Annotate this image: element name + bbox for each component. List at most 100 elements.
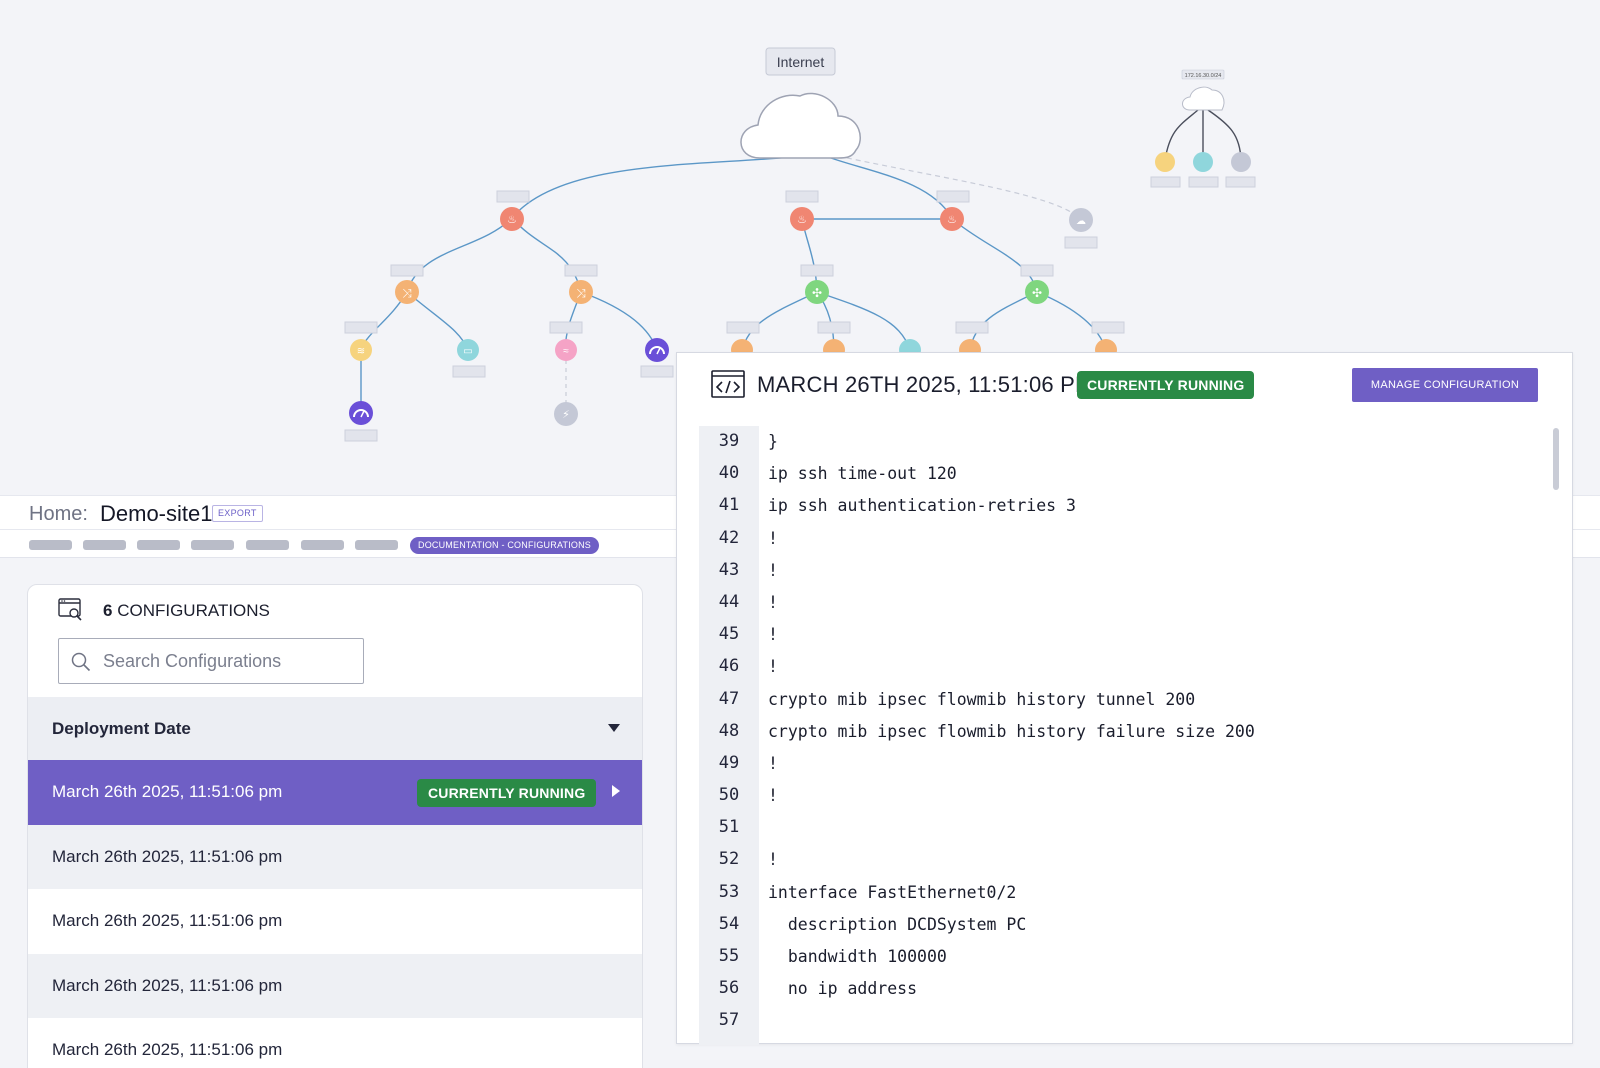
- configuration-row[interactable]: March 26th 2025, 11:51:06 pm: [28, 824, 642, 889]
- tab-placeholder[interactable]: [301, 540, 344, 550]
- workstation-icon[interactable]: [1193, 152, 1213, 172]
- code-line: 52!: [699, 844, 1547, 876]
- tab-placeholder[interactable]: [246, 540, 289, 550]
- svg-text:✣: ✣: [1032, 286, 1042, 300]
- line-number: 54: [718, 913, 740, 934]
- svg-text:▭: ▭: [463, 346, 472, 357]
- line-number: 40: [718, 463, 740, 484]
- line-text: bandwidth 100000: [768, 947, 947, 966]
- line-number: 50: [718, 785, 740, 806]
- configurations-count-label: CONFIGURATIONS: [117, 601, 270, 620]
- line-text: !: [768, 786, 778, 806]
- line-text: crypto mib ipsec flowmib history failure…: [768, 721, 1255, 741]
- internet-label: Internet: [765, 47, 836, 76]
- manage-configuration-button[interactable]: MANAGE CONFIGURATION: [1352, 368, 1538, 402]
- tab-placeholder[interactable]: [83, 540, 126, 550]
- firewall-icon[interactable]: ♨: [500, 207, 524, 231]
- search-field[interactable]: [58, 638, 364, 684]
- code-line: 40 ip ssh time-out 120: [699, 458, 1547, 490]
- caret-right-icon: [612, 785, 620, 797]
- tab-placeholder[interactable]: [29, 540, 72, 550]
- gauge-icon[interactable]: [349, 401, 373, 425]
- configuration-row[interactable]: March 26th 2025, 11:51:06 pm: [28, 889, 642, 954]
- line-number: 49: [718, 752, 740, 773]
- svg-text:≋: ≋: [357, 346, 365, 357]
- code-line: 47 crypto mib ipsec flowmib history tunne…: [699, 684, 1547, 716]
- code-line: 54 description DCDSystem PC: [699, 909, 1547, 941]
- svg-text:✣: ✣: [812, 286, 822, 300]
- browser-search-icon: [58, 598, 82, 621]
- line-text: no ip address: [768, 979, 918, 999]
- configuration-row[interactable]: March 26th 2025, 11:51:06 pm: [28, 1018, 642, 1068]
- firewall-icon[interactable]: ♨: [790, 207, 814, 231]
- code-line: 49!: [699, 748, 1547, 780]
- code-window-icon: [711, 370, 745, 398]
- tab-placeholder[interactable]: [191, 540, 234, 550]
- inactive-cloud-device-icon[interactable]: ☁: [1069, 208, 1093, 232]
- tab-placeholder[interactable]: [137, 540, 180, 550]
- line-number: 57: [718, 1010, 740, 1031]
- configuration-date: March 26th 2025, 11:51:06 pm: [52, 975, 283, 995]
- configuration-date: March 26th 2025, 11:51:06 pm: [52, 1040, 283, 1059]
- line-text: !: [768, 850, 778, 870]
- line-number: 56: [718, 978, 740, 999]
- line-text: !: [768, 625, 778, 645]
- code-line: 50!: [699, 780, 1547, 812]
- line-number: 47: [718, 688, 740, 709]
- viewer-title: MARCH 26TH 2025, 11:51:06 PM: [757, 372, 1094, 397]
- gauge-icon[interactable]: [645, 338, 669, 362]
- server-icon[interactable]: [1155, 152, 1175, 172]
- line-number: 42: [718, 527, 740, 548]
- tab-documentation-configurations[interactable]: DOCUMENTATION - CONFIGURATIONS: [410, 537, 599, 554]
- configurations-count-number: 6: [103, 601, 113, 620]
- line-text: crypto mib ipsec flowmib history tunnel …: [768, 689, 1196, 709]
- code-line: 46!: [699, 651, 1547, 683]
- svg-text:♨: ♨: [507, 214, 517, 226]
- svg-text:172.16.30.0/24: 172.16.30.0/24: [1185, 73, 1222, 79]
- line-number: 46: [718, 656, 740, 677]
- server-icon[interactable]: ≋: [350, 339, 372, 361]
- currently-running-badge: CURRENTLY RUNNING: [417, 779, 597, 807]
- line-text: }: [768, 432, 778, 451]
- firewall-icon[interactable]: ♨: [940, 207, 964, 231]
- router-icon[interactable]: ✣: [1025, 280, 1049, 304]
- line-number: 53: [718, 881, 740, 902]
- configurations-list: March 26th 2025, 11:51:06 pm CURRENTLY R…: [28, 760, 642, 1068]
- line-text: !: [768, 657, 778, 677]
- export-button[interactable]: EXPORT: [212, 505, 263, 522]
- configuration-row[interactable]: March 26th 2025, 11:51:06 pm: [28, 953, 642, 1018]
- code-line: 43!: [699, 555, 1547, 587]
- line-number: 43: [718, 559, 740, 580]
- router-icon[interactable]: ✣: [805, 280, 829, 304]
- configuration-row[interactable]: March 26th 2025, 11:51:06 pm CURRENTLY R…: [28, 760, 642, 825]
- svg-text:♨: ♨: [947, 214, 957, 226]
- inactive-device-icon[interactable]: ⚡: [554, 402, 578, 426]
- wifi-access-point-icon[interactable]: ≈: [555, 339, 577, 361]
- code-line: 39}: [699, 426, 1547, 458]
- switch-icon[interactable]: ⤨: [395, 280, 419, 304]
- internet-cloud-icon[interactable]: [740, 92, 861, 159]
- line-text: description DCDSystem PC: [768, 914, 1027, 934]
- search-input[interactable]: [103, 647, 353, 675]
- inactive-device-icon[interactable]: [1231, 152, 1251, 172]
- code-line: 57: [699, 1005, 1547, 1037]
- line-text: interface FastEthernet0/2: [768, 882, 1017, 902]
- line-number: 52: [718, 849, 740, 870]
- code-scrollbar[interactable]: [1553, 428, 1559, 490]
- sort-dropdown[interactable]: Deployment Date: [28, 697, 642, 760]
- svg-text:⤨: ⤨: [402, 286, 412, 300]
- currently-running-badge: CURRENTLY RUNNING: [1077, 371, 1255, 399]
- svg-text:≈: ≈: [563, 346, 569, 357]
- code-editor[interactable]: 39} 40 ip ssh time-out 120 41 ip ssh authent…: [699, 426, 1547, 1045]
- secondary-cloud-icon[interactable]: [1182, 86, 1225, 111]
- line-text: ip ssh authentication-retries 3: [768, 496, 1076, 516]
- tab-placeholder[interactable]: [355, 540, 398, 550]
- breadcrumb-home-link[interactable]: Home:: [29, 503, 88, 526]
- workstation-icon[interactable]: ▭: [457, 339, 479, 361]
- secondary-cloud-label: 172.16.30.0/24: [1181, 69, 1225, 80]
- sort-label: Deployment Date: [52, 719, 191, 738]
- configurations-count: 6 CONFIGURATIONS: [103, 601, 270, 621]
- switch-icon[interactable]: ⤨: [569, 280, 593, 304]
- code-line: 42!: [699, 523, 1547, 555]
- line-text: ip ssh time-out 120: [768, 464, 957, 484]
